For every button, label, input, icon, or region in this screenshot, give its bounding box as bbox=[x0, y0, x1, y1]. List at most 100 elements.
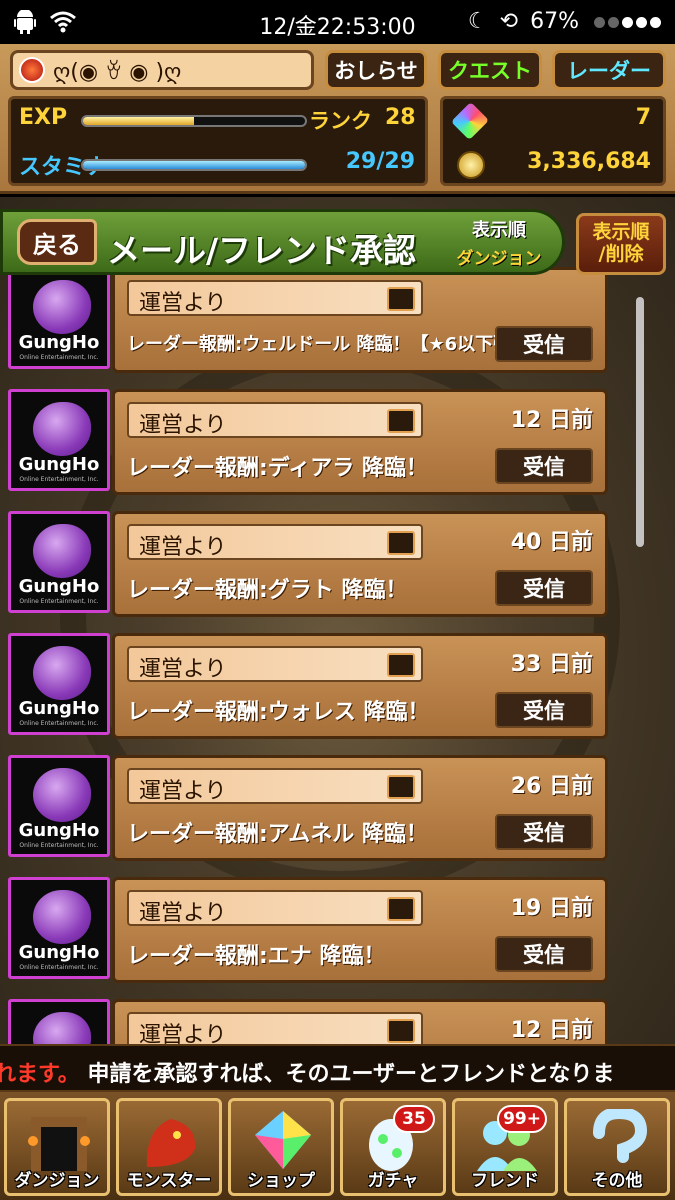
ticker-red-text: れます。 bbox=[0, 1062, 80, 1087]
gungho-blob bbox=[33, 768, 91, 822]
gungho-text: GungHo bbox=[18, 332, 100, 353]
gungho-text: GungHo bbox=[18, 820, 100, 841]
receive-button[interactable]: 受信 bbox=[495, 326, 593, 362]
status-right: ☾ ⟲ 67% bbox=[468, 9, 661, 34]
magic-stone-icon bbox=[450, 101, 490, 141]
title-bar: 戻る メール/フレンド承認 表示順 ダンジョン bbox=[0, 209, 565, 275]
gungho-logo-icon: GungHoOnline Entertainment, Inc. bbox=[8, 999, 110, 1044]
stamina-value: 29/29 bbox=[345, 149, 415, 174]
message-item[interactable]: GungHoOnline Entertainment, Inc. 運営より 12 日… bbox=[8, 389, 608, 497]
sort-button-line1: 表示順 bbox=[592, 221, 650, 244]
receive-button[interactable]: 受信 bbox=[495, 448, 593, 484]
radar-button[interactable]: レーダー bbox=[552, 50, 666, 90]
nav-egg[interactable]: 35 ガチャ bbox=[340, 1098, 446, 1196]
stats-panel: EXP ランク 28 スタミナ 29/29 bbox=[8, 96, 428, 186]
nav-label: ショップ bbox=[247, 1171, 315, 1191]
message-card[interactable]: 運営より 12 日前 レーダー報酬:ディアラ 降臨！ 受信 bbox=[112, 389, 608, 495]
mail-box-icon bbox=[387, 897, 415, 921]
gungho-subtext: Online Entertainment, Inc. bbox=[19, 598, 99, 605]
nav-badge: 35 bbox=[393, 1105, 435, 1133]
message-sender: 運営より bbox=[139, 413, 227, 438]
message-sender: 運営より bbox=[139, 657, 227, 682]
message-item[interactable]: GungHo Online Entertainment, Inc. 運営より 40 日… bbox=[8, 511, 608, 619]
message-item[interactable]: GungHo Online Entertainment, Inc. 運営より 26 日… bbox=[8, 755, 608, 863]
message-card[interactable]: 運営より12 日前レーダー報酬:5周年ノエルラッシュ！受信 bbox=[112, 999, 608, 1044]
battery-text: 67% bbox=[530, 9, 579, 34]
message-subject: レーダー報酬:ウォレス 降臨！ bbox=[127, 700, 430, 725]
message-item[interactable]: GungHo Online Entertainment, Inc. 運営より レーダー… bbox=[8, 267, 608, 375]
message-sender: 運営より bbox=[139, 779, 227, 804]
gungho-logo-icon: GungHoOnline Entertainment, Inc. bbox=[8, 267, 110, 369]
receive-button[interactable]: 受信 bbox=[495, 814, 593, 850]
gungho-text: GungHo bbox=[18, 698, 100, 719]
gungho-subtext: Online Entertainment, Inc. bbox=[19, 720, 99, 727]
resources-panel: 7 3,336,684 bbox=[440, 96, 666, 186]
scrollbar[interactable] bbox=[636, 297, 644, 547]
nav-question[interactable]: その他 bbox=[564, 1098, 670, 1196]
receive-button[interactable]: 受信 bbox=[495, 936, 593, 972]
message-card[interactable]: 運営より 40 日前レーダー報酬:グラト 降臨！ 受信 bbox=[112, 511, 608, 617]
message-age: 40 日前 bbox=[510, 530, 593, 555]
message-subject: レーダー報酬:ウェルドール 降臨！【★6以下強化 bbox=[127, 334, 530, 355]
exp-label: EXP bbox=[19, 105, 68, 130]
mail-screen: GungHo Online Entertainment, Inc. 運営より レーダー… bbox=[0, 197, 675, 1044]
message-subject: レーダー報酬:アムネル 降臨！ bbox=[127, 822, 428, 847]
sort-button-line2: /削除 bbox=[598, 243, 644, 265]
notice-button[interactable]: おしらせ bbox=[325, 50, 427, 90]
ticker-text: れます。 申請を承認すれば、そのユーザーとフレンドとなりま bbox=[0, 1056, 614, 1088]
player-avatar-icon bbox=[19, 57, 45, 83]
message-item[interactable]: GungHo Online Entertainment, Inc. 運営より 33 日… bbox=[8, 633, 608, 741]
gungho-subtext: Online Entertainment, Inc. bbox=[19, 354, 99, 361]
magic-stone-count: 7 bbox=[635, 105, 651, 130]
mail-box-icon bbox=[387, 287, 415, 311]
nav-magic-stone[interactable]: ショップ bbox=[228, 1098, 334, 1196]
message-subject: レーダー報酬:グラト 降臨！ bbox=[127, 578, 408, 603]
back-button[interactable]: 戻る bbox=[17, 219, 97, 265]
sender-box: 運営より bbox=[127, 768, 423, 804]
sender-box: 運営より bbox=[127, 402, 423, 438]
gungho-blob bbox=[33, 524, 91, 578]
mail-box-icon bbox=[387, 409, 415, 433]
message-card[interactable]: 運営より 33 日前 レーダー報酬:ウォレス 降臨！ 受信 bbox=[112, 633, 608, 739]
nav-badge: 99+ bbox=[497, 1105, 547, 1133]
player-header: ღ(◉ ꈊ ◉ )ღ おしらせ クエスト レーダー EXP ランク 28 スタミ… bbox=[0, 44, 675, 194]
signal-dots-icon bbox=[591, 9, 661, 34]
sort-indicator-value: ダンジョン bbox=[456, 249, 542, 269]
player-name: ღ(◉ ꈊ ◉ )ღ bbox=[53, 59, 182, 85]
quest-button[interactable]: クエスト bbox=[438, 50, 542, 90]
gungho-logo-icon: GungHoOnline Entertainment, Inc. bbox=[8, 877, 110, 979]
nav-label: その他 bbox=[591, 1171, 643, 1191]
nav-friends[interactable]: 99+ フレンド bbox=[452, 1098, 558, 1196]
nav-label: ダンジョン bbox=[14, 1171, 100, 1191]
gungho-subtext: Online Entertainment, Inc. bbox=[19, 842, 99, 849]
player-name-box[interactable]: ღ(◉ ꈊ ◉ )ღ bbox=[10, 50, 314, 90]
message-item[interactable]: GungHo Online Entertainment, Inc. 運営より 19 日… bbox=[8, 877, 608, 985]
sort-delete-button[interactable]: 表示順 /削除 bbox=[576, 213, 666, 275]
sender-box: 運営より bbox=[127, 646, 423, 682]
nav-dungeon-gate[interactable]: ダンジョン bbox=[4, 1098, 110, 1196]
gungho-logo-icon: GungHoOnline Entertainment, Inc. bbox=[8, 633, 110, 735]
message-item[interactable]: GungHoOnline Entertainment, Inc. 運営より 12 日… bbox=[8, 999, 608, 1044]
nav-monster[interactable]: モンスター bbox=[116, 1098, 222, 1196]
gungho-logo-icon: GungHoOnline Entertainment, Inc. bbox=[8, 755, 110, 857]
gungho-blob bbox=[33, 890, 91, 944]
sort-indicator-label: 表示順 bbox=[472, 220, 526, 241]
receive-button[interactable]: 受信 bbox=[495, 570, 593, 606]
gungho-logo-icon: GungHoOnline Entertainment, Inc. bbox=[8, 389, 110, 491]
message-age: 26 日前 bbox=[510, 774, 593, 799]
mail-box-icon bbox=[387, 653, 415, 677]
message-age: 12 日前 bbox=[510, 1018, 593, 1043]
sender-box: 運営より bbox=[127, 280, 423, 316]
message-age: 19 日前 bbox=[510, 896, 593, 921]
gungho-blob bbox=[33, 1012, 91, 1044]
message-sender: 運営より bbox=[139, 535, 227, 560]
message-card[interactable]: 運営より 26 日前レーダー報酬:アムネル 降臨！ 受信 bbox=[112, 755, 608, 861]
message-list[interactable]: GungHo Online Entertainment, Inc. 運営より レーダー… bbox=[0, 197, 675, 1044]
message-card[interactable]: 運営よりレーダー報酬:ウェルドール 降臨！【★6以下強化 受信 bbox=[112, 267, 608, 373]
rank-label: ランク bbox=[309, 109, 372, 133]
message-card[interactable]: 運営より 19 日前 レーダー報酬:エナ 降臨！ 受信 bbox=[112, 877, 608, 983]
rotation-lock-icon: ⟲ bbox=[499, 9, 519, 34]
rank-value: 28 bbox=[385, 105, 416, 130]
receive-button[interactable]: 受信 bbox=[495, 692, 593, 728]
page-title: メール/フレンド承認 bbox=[107, 231, 417, 270]
